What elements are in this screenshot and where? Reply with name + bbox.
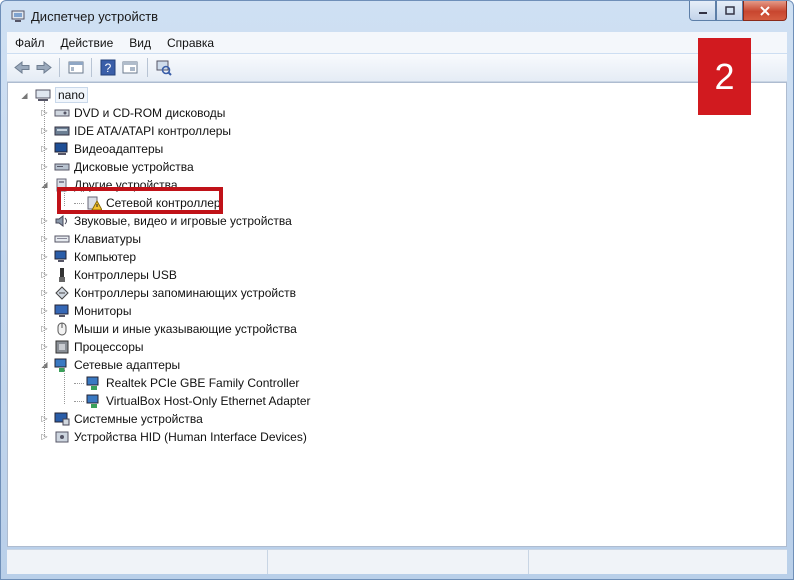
tree-item-label: Realtek PCIe GBE Family Controller [106,376,300,390]
minimize-button[interactable] [689,1,716,21]
tree-category[interactable]: ▷ Дисковые устройства [41,158,194,176]
caption-buttons [689,1,787,22]
tree-item-label: DVD и CD-ROM дисководы [74,106,226,120]
dvd-drive-icon [54,109,70,117]
ide-controller-icon [54,126,70,136]
tree-category[interactable]: ▷ Контроллеры USB [41,266,177,284]
device-tree[interactable]: ◢ nano ▷ DVD и CD-ROM дисководы ▷ IDE ATA/A… [7,82,787,547]
help-icon[interactable]: ? [99,59,117,76]
menu-help[interactable]: Справка [159,36,222,50]
monitor-icon [54,304,69,317]
toolbar: ? [7,54,787,82]
forward-icon[interactable] [35,59,53,76]
processor-icon [55,340,69,354]
back-icon[interactable] [13,59,31,76]
tree-category[interactable]: ▷ Компьютер [41,248,137,266]
tree-item-label: Системные устройства [74,412,203,426]
tree-guide-line [64,368,65,404]
maximize-button[interactable] [716,1,743,21]
status-cell [529,550,787,574]
toolbar-separator [147,58,148,77]
title-bar[interactable]: Диспетчер устройств [1,1,793,31]
close-icon [760,5,770,16]
menu-file[interactable]: Файл [7,36,53,50]
tree-category[interactable]: ◢ Сетевые адаптеры [41,356,181,374]
tree-guide-line [44,101,45,437]
tree-item-label: Сетевые адаптеры [74,358,181,372]
tree-category[interactable]: ▷ Устройства HID (Human Interface Devices… [41,428,307,446]
status-bar [7,549,787,574]
menu-view[interactable]: Вид [121,36,159,50]
tree-category[interactable]: ▷ Видеоадаптеры [41,140,164,158]
root-label: nano [55,87,88,103]
tree-item-label: Компьютер [74,250,137,264]
mouse-icon [57,322,67,336]
storage-controller-icon [55,286,69,300]
tree-item-label: Звуковые, видео и игровые устройства [74,214,292,228]
window-title: Диспетчер устройств [31,9,159,24]
status-cell [7,550,268,574]
maximize-icon [724,5,735,15]
network-card-icon [86,394,99,408]
computer-icon [54,250,67,262]
tree-root[interactable]: ◢ nano [20,86,88,104]
tree-device[interactable]: VirtualBox Host-Only Ethernet Adapter [74,392,311,410]
network-card-icon [86,376,99,390]
update-icon[interactable] [121,59,139,76]
usb-icon [59,268,65,282]
tree-item-label: Мыши и иные указывающие устройства [74,322,297,336]
toolbar-separator [91,58,92,77]
close-button[interactable] [743,1,787,21]
tree-item-label: Контроллеры запоминающих устройств [74,286,296,300]
step-number-badge: 2 [698,38,751,115]
sound-icon [55,215,67,227]
tree-item-label: Устройства HID (Human Interface Devices) [74,430,307,444]
svg-text:?: ? [105,61,112,75]
menu-bar: Файл Действие Вид Справка [7,32,787,53]
tree-item-label: Мониторы [74,304,132,318]
tree-item-label: Клавиатуры [74,232,141,246]
tree-item-label: Контроллеры USB [74,268,177,282]
status-cell [268,550,529,574]
tree-connector [74,400,84,402]
tree-item-label: Процессоры [74,340,144,354]
device-manager-app-icon [11,10,25,22]
properties-icon[interactable] [67,59,85,76]
display-adapter-icon [54,142,68,155]
system-devices-icon [54,412,70,426]
tree-connector [74,382,84,384]
tree-item-label: Видеоадаптеры [74,142,164,156]
tree-category[interactable]: ▷ Контроллеры запоминающих устройств [41,284,296,302]
device-manager-window: Диспетчер устройств Файл Действие Вид Сп… [0,0,794,580]
disk-drive-icon [54,163,70,171]
tree-category[interactable]: ▷ Процессоры [41,338,144,356]
tree-category[interactable]: ▷ Мыши и иные указывающие устройства [41,320,297,338]
tree-item-label: IDE ATA/ATAPI контроллеры [74,124,232,138]
tree-item-label: Дисковые устройства [74,160,194,174]
tree-category[interactable]: ▷ DVD и CD-ROM дисководы [41,104,226,122]
tree-category[interactable]: ▷ Клавиатуры [41,230,141,248]
tree-device[interactable]: Realtek PCIe GBE Family Controller [74,374,299,392]
tree-category[interactable]: ▷ IDE ATA/ATAPI контроллеры [41,122,232,140]
tree-category[interactable]: ▷ Звуковые, видео и игровые устройства [41,212,292,230]
toolbar-separator [59,58,60,77]
scan-hardware-icon[interactable] [155,59,173,76]
tree-category[interactable]: ▷ Системные устройства [41,410,203,428]
network-adapter-icon [54,358,67,372]
expander-expanded-icon[interactable]: ◢ [20,91,29,100]
highlight-frame [57,187,223,214]
hid-icon [55,431,69,443]
minimize-icon [698,11,707,14]
tree-category[interactable]: ▷ Мониторы [41,302,132,320]
keyboard-icon [54,235,70,243]
computer-root-icon [35,89,51,101]
menu-action[interactable]: Действие [53,36,122,50]
tree-item-label: VirtualBox Host-Only Ethernet Adapter [106,394,311,408]
